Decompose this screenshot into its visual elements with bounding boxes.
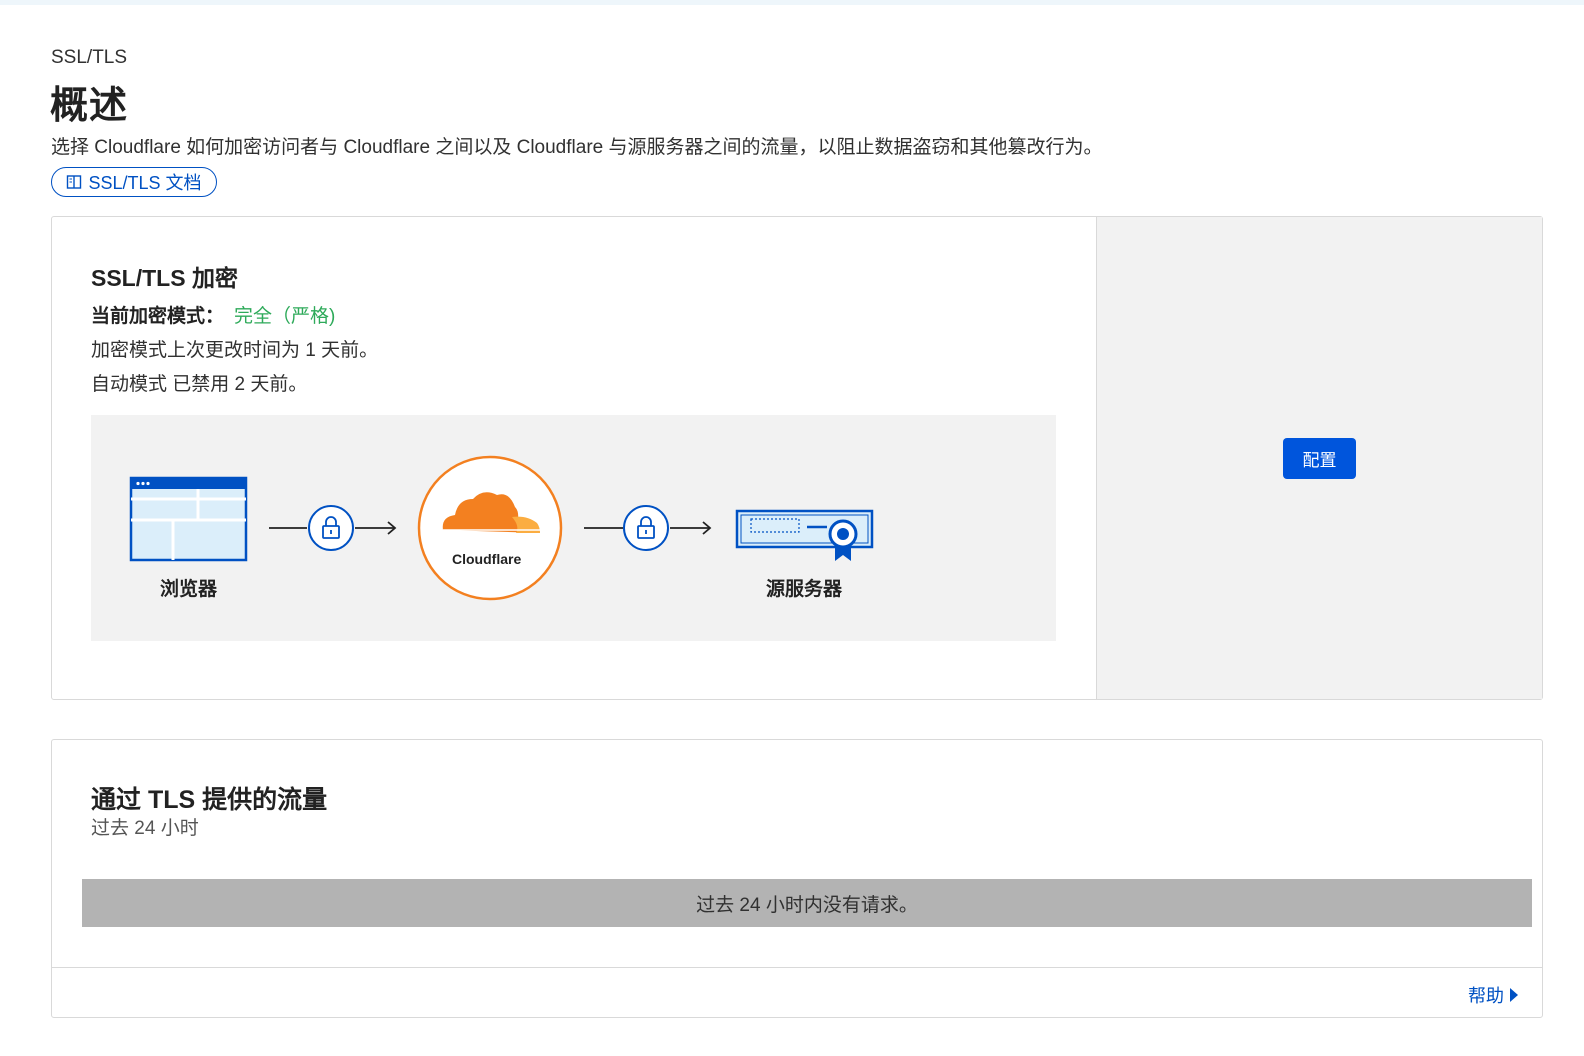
browser-icon [129, 476, 248, 562]
traffic-card-title: 通过 TLS 提供的流量 [91, 786, 328, 814]
current-mode-line: 当前加密模式： 完全（严格) [91, 301, 335, 328]
encrypted-connection-2-icon [584, 505, 712, 551]
origin-server-icon [735, 509, 874, 561]
no-requests-message: 过去 24 小时内没有请求。 [82, 879, 1532, 927]
configure-button[interactable]: 配置 [1283, 438, 1356, 479]
cloudflare-label: Cloudflare [452, 551, 522, 567]
encryption-diagram: 浏览器 Cloudflare 源服务器 [91, 415, 1056, 641]
page-title: 概述 [50, 85, 129, 127]
encryption-actions-panel: 配置 [1096, 217, 1542, 699]
auto-mode-text: 自动模式 已禁用 2 天前。 [91, 374, 308, 395]
encryption-info-panel: SSL/TLS 加密 当前加密模式： 完全（严格) 加密模式上次更改时间为 1 天… [52, 217, 1096, 699]
ssl-tls-encryption-card: SSL/TLS 加密 当前加密模式： 完全（严格) 加密模式上次更改时间为 1 天… [51, 216, 1543, 700]
top-strip [0, 0, 1584, 5]
mode-changed-text: 加密模式上次更改时间为 1 天前。 [91, 340, 379, 361]
help-link-label: 帮助 [1468, 986, 1504, 1006]
encrypted-connection-1-icon [269, 505, 397, 551]
tls-traffic-card: 通过 TLS 提供的流量 过去 24 小时 过去 24 小时内没有请求。 帮助 [51, 739, 1543, 1018]
ssl-tls-docs-link[interactable]: SSL/TLS 文档 [51, 167, 217, 197]
traffic-card-subtitle: 过去 24 小时 [91, 818, 199, 839]
origin-server-label: 源服务器 [766, 579, 843, 600]
breadcrumb[interactable]: SSL/TLS [51, 47, 127, 69]
current-mode-label: 当前加密模式： [91, 306, 225, 327]
caret-right-icon [1510, 988, 1518, 1002]
encryption-card-title: SSL/TLS 加密 [91, 265, 238, 291]
cloudflare-logo-icon [417, 455, 563, 601]
help-link[interactable]: 帮助 [1468, 982, 1518, 1008]
book-icon [67, 175, 82, 189]
traffic-card-footer: 帮助 [52, 967, 1542, 1017]
current-mode-value: 完全（严格) [234, 306, 336, 327]
page-description: 选择 Cloudflare 如何加密访问者与 Cloudflare 之间以及 C… [51, 137, 1103, 158]
docs-link-label: SSL/TLS 文档 [88, 173, 202, 193]
browser-label: 浏览器 [160, 579, 218, 600]
